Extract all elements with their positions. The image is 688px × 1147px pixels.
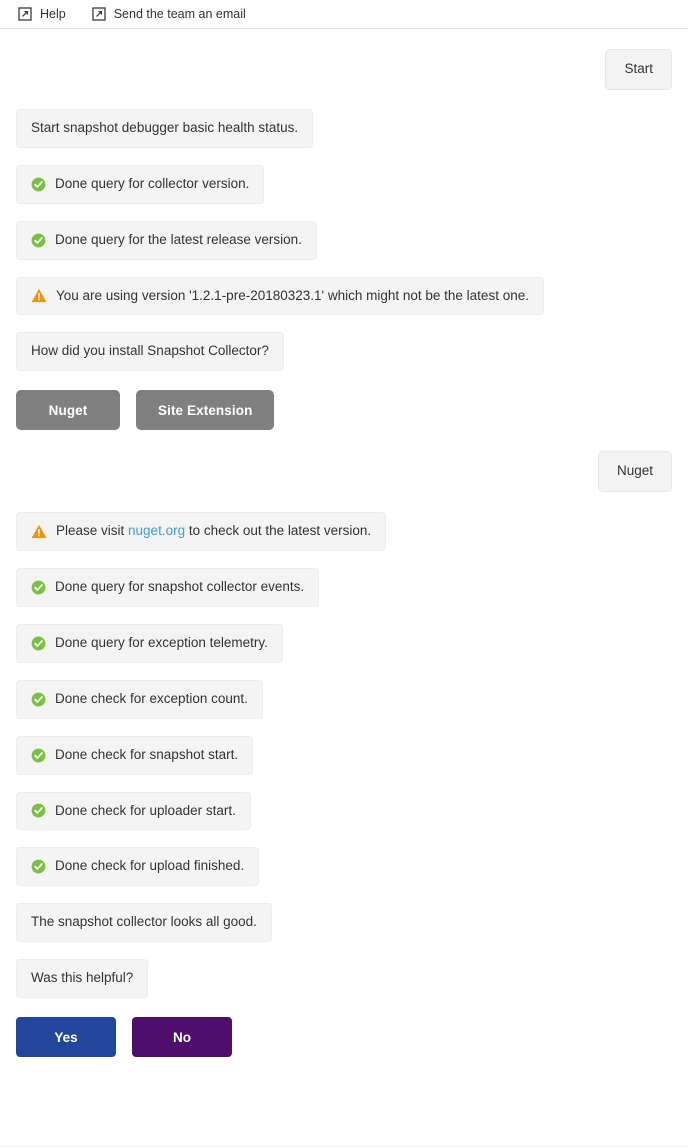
bot-message-upload-finished-text: Done check for upload finished.: [55, 858, 245, 874]
top-toolbar: Help Send the team an email: [0, 0, 688, 29]
answer-button-yes[interactable]: Yes: [16, 1017, 116, 1057]
bot-message-version-warning: You are using version '1.2.1-pre-2018032…: [16, 276, 544, 316]
external-link-icon: [18, 7, 32, 21]
success-check-icon: [31, 692, 46, 707]
chat-row-snapshot-start: Done check for snapshot start.: [0, 735, 688, 775]
chat-row-exception-telemetry: Done query for exception telemetry.: [0, 623, 688, 663]
success-check-icon: [31, 803, 46, 818]
warning-triangle-icon: [31, 288, 47, 303]
chat-row-version-warning: You are using version '1.2.1-pre-2018032…: [0, 276, 688, 316]
chat-row-all-good: The snapshot collector looks all good.: [0, 903, 688, 943]
chat-row-user-start: Start: [0, 49, 688, 90]
user-message-start[interactable]: Start: [605, 49, 672, 90]
help-link-label: Help: [40, 6, 66, 21]
bot-message-snapshot-events: Done query for snapshot collector events…: [16, 568, 320, 607]
nuget-org-link[interactable]: nuget.org: [128, 523, 185, 538]
choice-button-nuget[interactable]: Nuget: [16, 390, 120, 431]
bot-message-snapshot-events-text: Done query for snapshot collector events…: [55, 579, 305, 594]
install-choice-group: Nuget Site Extension: [0, 390, 688, 431]
chat-row-upload-finished: Done check for upload finished.: [0, 847, 688, 887]
chat-row-uploader-start: Done check for uploader start.: [0, 791, 688, 831]
email-team-link[interactable]: Send the team an email: [92, 7, 246, 21]
bot-message-intro: Start snapshot debugger basic health sta…: [16, 108, 314, 148]
bot-message-uploader-start-text: Done check for uploader start.: [55, 802, 236, 818]
bot-message-exception-telemetry-text: Done query for exception telemetry.: [55, 634, 268, 650]
success-check-icon: [31, 859, 46, 874]
bot-message-was-helpful: Was this helpful?: [16, 959, 149, 998]
user-message-start-text: Start: [624, 61, 653, 76]
bot-message-snapshot-start-text: Done check for snapshot start.: [55, 746, 239, 762]
visit-suffix: to check out the latest version.: [185, 523, 372, 539]
bot-message-collector-version: Done query for collector version.: [16, 164, 265, 204]
bot-message-visit-nuget: Please visit nuget.org to check out the …: [16, 512, 387, 551]
answer-button-no[interactable]: No: [132, 1017, 232, 1057]
email-team-link-label: Send the team an email: [113, 6, 246, 21]
bot-message-exception-telemetry: Done query for exception telemetry.: [16, 623, 283, 663]
bot-message-release-version-text: Done query for the latest release versio…: [55, 231, 302, 247]
success-check-icon: [31, 177, 46, 192]
chat-conversation: Start Start snapshot debugger basic heal…: [0, 29, 688, 1057]
bot-message-intro-text: Start snapshot debugger basic health sta…: [31, 119, 299, 135]
bot-message-version-warning-text: You are using version '1.2.1-pre-2018032…: [56, 287, 529, 303]
bot-message-upload-finished: Done check for upload finished.: [16, 847, 260, 887]
choice-button-site-extension[interactable]: Site Extension: [136, 390, 275, 431]
visit-prefix: Please visit: [56, 523, 129, 539]
bot-message-collector-version-text: Done query for collector version.: [55, 175, 250, 191]
success-check-icon: [31, 748, 46, 763]
bot-message-release-version: Done query for the latest release versio…: [16, 220, 317, 260]
chat-row-collector-version: Done query for collector version.: [0, 164, 688, 204]
chat-row-user-nuget: Nuget: [0, 451, 688, 493]
bot-message-visit-nuget-text: Please visit nuget.org to check out the …: [56, 523, 371, 540]
success-check-icon: [31, 636, 46, 651]
warning-triangle-icon: [31, 524, 47, 539]
bot-message-snapshot-start: Done check for snapshot start.: [16, 735, 254, 775]
help-link[interactable]: Help: [18, 7, 66, 21]
external-link-icon: [92, 7, 106, 21]
bot-message-all-good-text: The snapshot collector looks all good.: [31, 914, 257, 930]
chat-row-release-version: Done query for the latest release versio…: [0, 220, 688, 260]
bot-message-install-question-text: How did you install Snapshot Collector?: [31, 343, 269, 359]
bot-message-was-helpful-text: Was this helpful?: [31, 970, 134, 986]
bot-message-install-question: How did you install Snapshot Collector?: [16, 332, 284, 372]
user-message-nuget-text: Nuget: [616, 463, 653, 479]
helpful-answer-group: Yes No: [0, 1017, 688, 1057]
chat-row-install-question: How did you install Snapshot Collector?: [0, 332, 688, 372]
bot-message-exception-count: Done check for exception count.: [16, 679, 263, 719]
success-check-icon: [31, 580, 46, 595]
chat-row-exception-count: Done check for exception count.: [0, 679, 688, 719]
bot-message-exception-count-text: Done check for exception count.: [55, 690, 248, 706]
user-message-nuget[interactable]: Nuget: [597, 451, 672, 493]
success-check-icon: [31, 233, 46, 248]
chat-row-was-helpful: Was this helpful?: [0, 959, 688, 998]
bot-message-all-good: The snapshot collector looks all good.: [16, 903, 272, 943]
bot-message-uploader-start: Done check for uploader start.: [16, 791, 251, 831]
chat-row-intro: Start snapshot debugger basic health sta…: [0, 108, 688, 148]
chat-row-visit-nuget: Please visit nuget.org to check out the …: [0, 512, 688, 551]
chat-row-snapshot-events: Done query for snapshot collector events…: [0, 568, 688, 607]
